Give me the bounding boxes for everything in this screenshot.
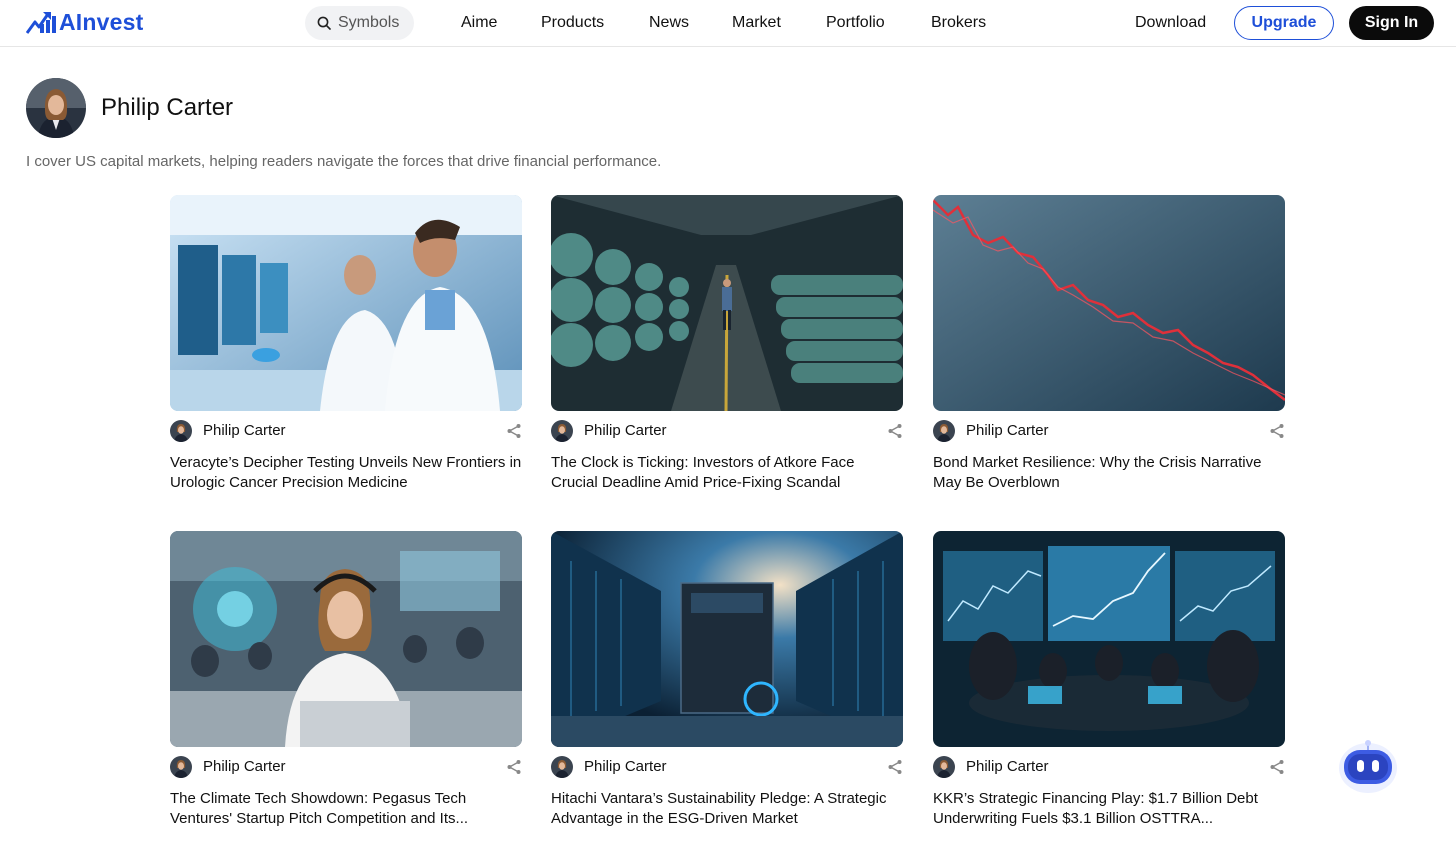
- article-card[interactable]: Philip Carter Hitachi Vantara’s Sustaina…: [551, 531, 903, 831]
- sign-in-button[interactable]: Sign In: [1349, 6, 1434, 40]
- share-icon[interactable]: [1269, 423, 1285, 439]
- author-name-heading: Philip Carter: [101, 94, 234, 121]
- boardroom-image[interactable]: [933, 531, 1285, 747]
- article-author-row: Philip Carter: [551, 419, 903, 443]
- article-author-name[interactable]: Philip Carter: [203, 757, 286, 777]
- article-author-name[interactable]: Philip Carter: [584, 421, 667, 441]
- author-mini-avatar: [170, 756, 192, 778]
- author-mini-avatar: [933, 420, 955, 442]
- download-link[interactable]: Download: [1135, 13, 1206, 33]
- share-icon[interactable]: [887, 759, 903, 775]
- article-title[interactable]: KKR’s Strategic Financing Play: $1.7 Bil…: [933, 789, 1285, 829]
- article-title[interactable]: The Climate Tech Showdown: Pegasus Tech …: [170, 789, 522, 829]
- author-mini-avatar: [551, 420, 573, 442]
- falling-chart-image[interactable]: [933, 195, 1285, 411]
- symbols-search[interactable]: Symbols: [305, 6, 414, 40]
- logo-mark-icon: [26, 12, 56, 34]
- data-center-image[interactable]: [551, 531, 903, 747]
- share-icon[interactable]: [506, 423, 522, 439]
- share-icon[interactable]: [1269, 759, 1285, 775]
- article-title[interactable]: The Clock is Ticking: Investors of Atkor…: [551, 453, 903, 493]
- article-author-row: Philip Carter: [933, 419, 1285, 443]
- article-card[interactable]: Philip Carter The Climate Tech Showdown:…: [170, 531, 522, 831]
- share-icon[interactable]: [887, 423, 903, 439]
- nav-products[interactable]: Products: [541, 13, 604, 33]
- assistant-bot-icon[interactable]: [1338, 738, 1398, 794]
- nav-brokers[interactable]: Brokers: [931, 13, 986, 33]
- article-author-name[interactable]: Philip Carter: [966, 421, 1049, 441]
- pipe-warehouse-image[interactable]: [551, 195, 903, 411]
- article-card[interactable]: Philip Carter KKR’s Strategic Financing …: [933, 531, 1285, 831]
- lab-scientists-image[interactable]: [170, 195, 522, 411]
- article-title[interactable]: Bond Market Resilience: Why the Crisis N…: [933, 453, 1285, 493]
- upgrade-button[interactable]: Upgrade: [1234, 6, 1334, 40]
- article-card[interactable]: Philip Carter The Clock is Ticking: Inve…: [551, 195, 903, 495]
- article-author-name[interactable]: Philip Carter: [966, 757, 1049, 777]
- article-author-row: Philip Carter: [170, 419, 522, 443]
- author-bio: I cover US capital markets, helping read…: [26, 153, 662, 170]
- author-mini-avatar: [933, 756, 955, 778]
- author-avatar: [26, 78, 86, 138]
- article-title[interactable]: Hitachi Vantara’s Sustainability Pledge:…: [551, 789, 903, 829]
- logo-text: AInvest: [59, 9, 144, 35]
- author-mini-avatar: [170, 420, 192, 442]
- article-author-name[interactable]: Philip Carter: [203, 421, 286, 441]
- nav-portfolio[interactable]: Portfolio: [826, 13, 885, 33]
- top-navigation-bar: AInvest Symbols Aime Products News Marke…: [0, 0, 1456, 47]
- nav-market[interactable]: Market: [732, 13, 781, 33]
- article-card[interactable]: Philip Carter Bond Market Resilience: Wh…: [933, 195, 1285, 495]
- article-author-name[interactable]: Philip Carter: [584, 757, 667, 777]
- nav-news[interactable]: News: [649, 13, 689, 33]
- ainvest-logo[interactable]: AInvest: [26, 9, 143, 35]
- article-author-row: Philip Carter: [170, 755, 522, 779]
- pitch-competition-image[interactable]: [170, 531, 522, 747]
- share-icon[interactable]: [506, 759, 522, 775]
- search-placeholder: Symbols: [338, 14, 400, 31]
- article-author-row: Philip Carter: [551, 755, 903, 779]
- nav-aime[interactable]: Aime: [461, 13, 497, 33]
- search-icon: [317, 16, 331, 30]
- author-mini-avatar: [551, 756, 573, 778]
- article-card[interactable]: Philip Carter Veracyte’s Decipher Testin…: [170, 195, 522, 495]
- article-title[interactable]: Veracyte’s Decipher Testing Unveils New …: [170, 453, 522, 493]
- article-author-row: Philip Carter: [933, 755, 1285, 779]
